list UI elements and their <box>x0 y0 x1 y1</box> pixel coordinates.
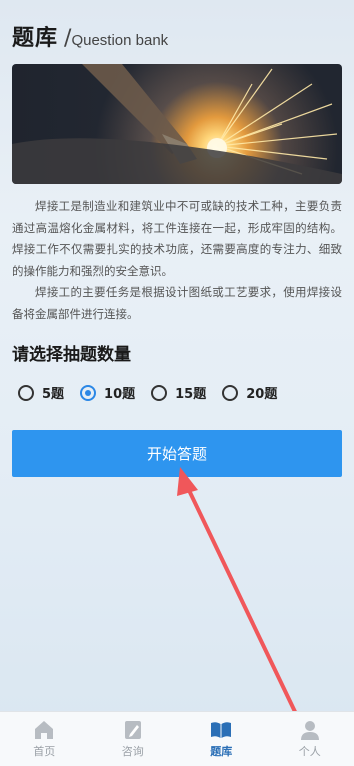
radio-20[interactable] <box>222 385 238 401</box>
radio-15[interactable] <box>151 385 167 401</box>
option-5[interactable]: 5题 <box>18 383 64 402</box>
radio-10[interactable] <box>80 385 96 401</box>
option-label-20: 20题 <box>246 383 277 402</box>
tab-home[interactable]: 首页 <box>0 712 89 766</box>
welding-banner-image <box>12 64 342 184</box>
edit-icon <box>122 719 144 741</box>
page-subtitle: Question bank <box>71 32 168 49</box>
option-label-10: 10题 <box>104 383 135 402</box>
start-quiz-button[interactable]: 开始答题 <box>12 430 342 477</box>
tab-profile[interactable]: 个人 <box>266 712 354 766</box>
page-title: 题库 <box>12 20 58 52</box>
option-15[interactable]: 15题 <box>151 383 206 402</box>
tab-question-bank[interactable]: 题库 <box>177 712 266 766</box>
option-label-15: 15题 <box>175 383 206 402</box>
tab-consult-label: 咨询 <box>122 743 144 759</box>
tab-question-bank-label: 题库 <box>210 743 232 759</box>
bottom-tab-bar: 首页 咨询 题库 个人 <box>0 711 354 766</box>
book-icon <box>210 719 232 741</box>
tab-consult[interactable]: 咨询 <box>89 712 178 766</box>
option-20[interactable]: 20题 <box>222 383 277 402</box>
intro-paragraph-1: 焊接工是制造业和建筑业中不可或缺的技术工种，主要负责通过高温熔化金属材料，将工件… <box>12 196 342 282</box>
tab-profile-label: 个人 <box>299 743 321 759</box>
intro-text: 焊接工是制造业和建筑业中不可或缺的技术工种，主要负责通过高温熔化金属材料，将工件… <box>12 196 342 325</box>
question-count-title: 请选择抽题数量 <box>12 340 131 365</box>
page-header: 题库 / Question bank <box>12 20 168 52</box>
title-separator: / <box>64 26 71 51</box>
radio-5[interactable] <box>18 385 34 401</box>
user-icon <box>299 719 321 741</box>
home-icon <box>33 719 55 741</box>
tab-home-label: 首页 <box>33 743 55 759</box>
question-count-options: 5题 10题 15题 20题 <box>18 383 293 402</box>
intro-paragraph-2: 焊接工的主要任务是根据设计图纸或工艺要求，使用焊接设备将金属部件进行连接。 <box>12 282 342 325</box>
option-label-5: 5题 <box>42 383 64 402</box>
option-10[interactable]: 10题 <box>80 383 135 402</box>
